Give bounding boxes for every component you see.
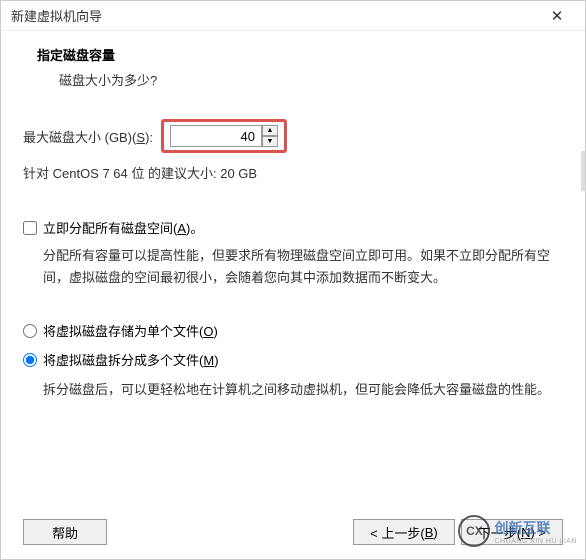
multi-file-desc: 拆分磁盘后，可以更轻松地在计算机之间移动虚拟机，但可能会降低大容量磁盘的性能。 — [23, 379, 565, 401]
multi-file-label: 将虚拟磁盘拆分成多个文件(M) — [43, 350, 219, 369]
disk-size-highlight: ▲ ▼ — [161, 119, 287, 153]
titlebar: 新建虚拟机向导 ✕ — [1, 1, 585, 31]
hotkey: B — [425, 525, 434, 540]
disk-size-row: 最大磁盘大小 (GB)(S): ▲ ▼ — [23, 119, 565, 153]
allocate-now-row[interactable]: 立即分配所有磁盘空间(A)。 — [23, 218, 565, 237]
label-text: )。 — [186, 221, 203, 236]
back-button[interactable]: < 上一步(B) — [353, 519, 455, 545]
help-button[interactable]: 帮助 — [23, 519, 107, 545]
page-subtitle: 磁盘大小为多少? — [37, 70, 565, 89]
watermark-logo-icon: CX — [458, 515, 490, 547]
allocate-now-checkbox[interactable] — [23, 221, 37, 235]
wizard-dialog: 新建虚拟机向导 ✕ 指定磁盘容量 磁盘大小为多少? 最大磁盘大小 (GB)(S)… — [0, 0, 586, 560]
watermark-text-block: 创新互联 CHUANG XIN HU LIAN — [494, 518, 577, 545]
hotkey: A — [177, 221, 186, 236]
spinner-buttons: ▲ ▼ — [262, 125, 278, 147]
label-text: ) — [214, 353, 218, 368]
single-file-label: 将虚拟磁盘存储为单个文件(O) — [43, 321, 218, 340]
side-fragment — [581, 151, 585, 191]
close-button[interactable]: ✕ — [537, 2, 577, 30]
spin-down-button[interactable]: ▼ — [262, 136, 278, 147]
wizard-content: 最大磁盘大小 (GB)(S): ▲ ▼ 针对 CentOS 7 64 位 的建议… — [1, 99, 585, 401]
label-text: ) — [433, 525, 437, 540]
watermark: CX 创新互联 CHUANG XIN HU LIAN — [458, 515, 577, 547]
watermark-text: 创新互联 — [494, 518, 577, 538]
label-text: 最大磁盘大小 (GB)( — [23, 130, 136, 145]
multi-file-radio[interactable] — [23, 353, 37, 367]
label-text: < 上一步( — [370, 523, 425, 542]
wizard-header: 指定磁盘容量 磁盘大小为多少? — [1, 31, 585, 99]
storage-radio-group: 将虚拟磁盘存储为单个文件(O) 将虚拟磁盘拆分成多个文件(M) 拆分磁盘后，可以… — [23, 321, 565, 401]
single-file-radio[interactable] — [23, 324, 37, 338]
allocate-now-label: 立即分配所有磁盘空间(A)。 — [43, 218, 203, 237]
hotkey: O — [203, 324, 213, 339]
label-text: ): — [145, 130, 153, 145]
close-icon: ✕ — [551, 7, 564, 25]
spin-up-button[interactable]: ▲ — [262, 125, 278, 136]
multi-file-row[interactable]: 将虚拟磁盘拆分成多个文件(M) — [23, 350, 565, 369]
disk-size-input[interactable] — [170, 125, 262, 147]
window-title: 新建虚拟机向导 — [11, 6, 102, 25]
single-file-row[interactable]: 将虚拟磁盘存储为单个文件(O) — [23, 321, 565, 340]
label-text: 将虚拟磁盘拆分成多个文件( — [43, 353, 203, 368]
allocate-now-desc: 分配所有容量可以提高性能，但要求所有物理磁盘空间立即可用。如果不立即分配所有空间… — [23, 245, 565, 289]
hotkey: M — [203, 353, 214, 368]
hotkey: S — [136, 130, 145, 145]
page-title: 指定磁盘容量 — [37, 45, 565, 64]
recommended-size-text: 针对 CentOS 7 64 位 的建议大小: 20 GB — [23, 163, 565, 182]
label-text: ) — [213, 324, 217, 339]
label-text: 将虚拟磁盘存储为单个文件( — [43, 324, 203, 339]
watermark-subtext: CHUANG XIN HU LIAN — [494, 538, 577, 545]
label-text: 立即分配所有磁盘空间( — [43, 221, 177, 236]
disk-size-label: 最大磁盘大小 (GB)(S): — [23, 127, 153, 146]
